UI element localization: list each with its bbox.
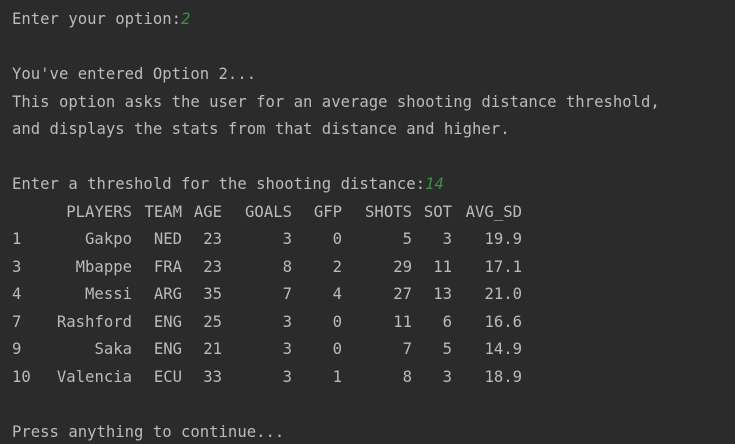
- header-sot: SOT: [423, 202, 452, 221]
- row-avg-sd: 19.9: [484, 230, 522, 248]
- row-shots: 29: [393, 257, 412, 276]
- row-player: Messi: [85, 285, 132, 303]
- row-gfp: 1: [332, 367, 342, 386]
- row-shots: 7: [402, 340, 412, 358]
- header-team: TEAM: [144, 202, 182, 221]
- row-shots: 11: [393, 312, 412, 331]
- row-team: ARG: [153, 285, 182, 303]
- row-age: 23: [203, 230, 222, 248]
- row-goals: 3: [282, 340, 292, 358]
- header-avg-sd: AVG_SD: [465, 202, 522, 221]
- row-age: 23: [203, 257, 222, 276]
- row-goals: 3: [282, 230, 292, 248]
- table-row: 9 Saka ENG 21 3 0 7 5 14.9: [12, 336, 735, 364]
- row-avg-sd: 21.0: [484, 285, 522, 303]
- row-age: 21: [203, 340, 222, 358]
- row-gfp: 2: [332, 257, 342, 276]
- table-row: 1 Gakpo NED 23 3 0 5 3 19.9: [12, 226, 735, 254]
- row-sot: 3: [442, 367, 452, 386]
- table-header-row: PLAYERS TEAM AGE GOALS GFP SHOTS SOT AVG…: [12, 199, 735, 227]
- header-gfp: GFP: [313, 202, 342, 221]
- row-sot: 5: [442, 340, 452, 358]
- row-index: 9: [12, 340, 22, 358]
- row-avg-sd: 18.9: [484, 367, 522, 386]
- row-goals: 3: [282, 312, 292, 331]
- table-row: 7 Rashford ENG 25 3 0 11 6 16.6: [12, 309, 735, 337]
- header-index: [12, 199, 52, 227]
- row-avg-sd: 17.1: [484, 257, 522, 276]
- row-team: NED: [153, 230, 182, 248]
- row-avg-sd: 14.9: [484, 340, 522, 358]
- row-age: 25: [203, 312, 222, 331]
- option-input-echo: 2: [181, 10, 191, 28]
- row-index: 4: [12, 285, 22, 303]
- row-team: FRA: [153, 257, 182, 276]
- stats-table: PLAYERS TEAM AGE GOALS GFP SHOTS SOT AVG…: [12, 199, 735, 392]
- row-sot: 13: [433, 285, 452, 303]
- row-goals: 7: [282, 285, 292, 303]
- header-goals: GOALS: [245, 202, 292, 221]
- row-gfp: 4: [332, 285, 342, 303]
- threshold-input-echo: 14: [425, 175, 444, 193]
- row-index: 10: [12, 367, 31, 386]
- header-players: PLAYERS: [66, 202, 132, 221]
- row-sot: 11: [433, 257, 452, 276]
- row-player: Mbappe: [75, 257, 132, 276]
- row-age: 35: [203, 285, 222, 303]
- console-output: Enter your option:2 You've entered Optio…: [0, 0, 735, 444]
- table-row: 4 Messi ARG 35 7 4 27 13 21.0: [12, 281, 735, 309]
- row-player: Saka: [94, 340, 132, 358]
- row-team: ENG: [153, 312, 182, 331]
- header-shots: SHOTS: [365, 202, 412, 221]
- entered-message: You've entered Option 2...: [12, 65, 257, 83]
- row-index: 3: [12, 257, 22, 276]
- row-team: ECU: [153, 367, 182, 386]
- row-player: Rashford: [56, 312, 132, 331]
- row-shots: 5: [402, 230, 412, 248]
- row-sot: 3: [442, 230, 452, 248]
- table-row: 3 Mbappe FRA 23 8 2 29 11 17.1: [12, 254, 735, 282]
- header-age: AGE: [193, 202, 222, 221]
- row-shots: 27: [393, 285, 412, 303]
- row-sot: 6: [442, 312, 452, 331]
- threshold-prompt-label: Enter a threshold for the shooting dista…: [12, 175, 426, 193]
- table-row: 10 Valencia ECU 33 3 1 8 3 18.9: [12, 364, 735, 392]
- row-player: Gakpo: [85, 230, 132, 248]
- row-gfp: 0: [332, 230, 342, 248]
- threshold-prompt-line: Enter a threshold for the shooting dista…: [12, 171, 735, 199]
- continue-prompt: Press anything to continue...: [12, 422, 285, 441]
- row-goals: 8: [282, 257, 292, 276]
- row-age: 33: [203, 367, 222, 386]
- description-line-2: and displays the stats from that distanc…: [12, 120, 510, 138]
- row-index: 7: [12, 312, 22, 331]
- description-line-1: This option asks the user for an average…: [12, 92, 660, 111]
- row-gfp: 0: [332, 340, 342, 358]
- row-team: ENG: [153, 340, 182, 358]
- option-prompt-label: Enter your option:: [12, 10, 181, 28]
- option-prompt-line: Enter your option:2: [12, 6, 735, 34]
- row-gfp: 0: [332, 312, 342, 331]
- row-index: 1: [12, 230, 22, 248]
- row-goals: 3: [282, 367, 292, 386]
- row-avg-sd: 16.6: [484, 312, 522, 331]
- row-shots: 8: [402, 367, 412, 386]
- row-player: Valencia: [56, 367, 132, 386]
